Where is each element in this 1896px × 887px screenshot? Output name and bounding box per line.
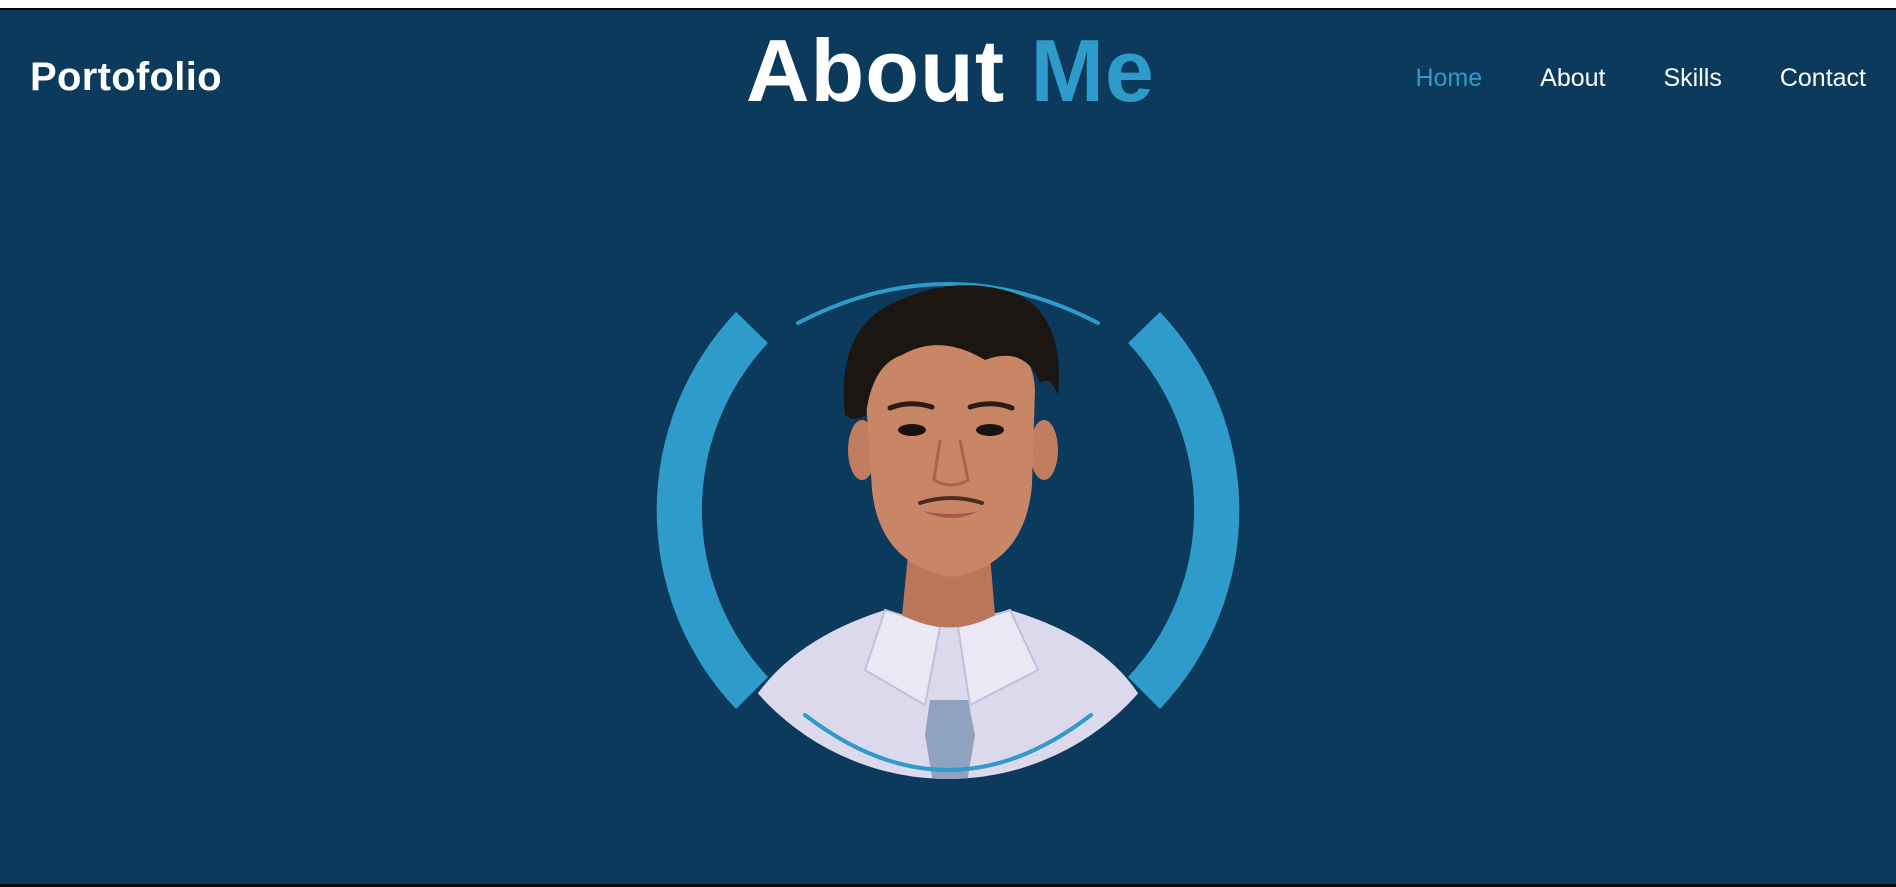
face-shape	[865, 326, 1035, 577]
nav-item-skills: Skills	[1663, 64, 1721, 93]
main-nav: Home About Skills Contact	[1415, 64, 1866, 93]
nav-link-home[interactable]: Home	[1415, 64, 1482, 92]
eye-right	[976, 424, 1004, 436]
profile-graphic	[656, 282, 1240, 779]
profile-frame	[640, 265, 1250, 785]
page-title: About Me	[746, 20, 1155, 122]
window-top-border	[0, 0, 1896, 10]
left-ring-arc	[656, 312, 768, 709]
profile-photo	[740, 285, 1155, 779]
tie-shape	[925, 700, 975, 779]
right-ring-arc	[1128, 312, 1240, 709]
nav-link-contact[interactable]: Contact	[1780, 64, 1866, 92]
nav-item-home: Home	[1415, 64, 1482, 93]
nav-link-about[interactable]: About	[1540, 64, 1605, 92]
nav-item-contact: Contact	[1780, 64, 1866, 93]
nav-item-about: About	[1540, 64, 1605, 93]
title-accent: Me	[1030, 21, 1155, 120]
ear-right	[1030, 420, 1058, 480]
nav-link-skills[interactable]: Skills	[1663, 64, 1721, 92]
site-logo[interactable]: Portofolio	[30, 55, 222, 100]
page: Portofolio About Me Home About Skills Co…	[0, 0, 1896, 887]
eye-left	[898, 424, 926, 436]
title-main: About	[746, 21, 1006, 120]
